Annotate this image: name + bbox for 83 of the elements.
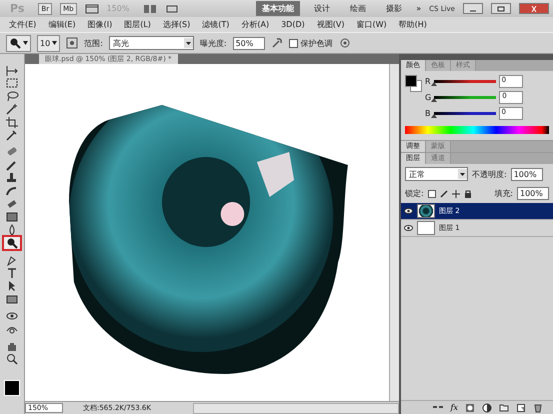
tool-preset-picker[interactable] [6,34,31,52]
lock-label: 锁定: [405,188,424,199]
workspace-button[interactable]: 绘画 [344,1,372,16]
color-swatches[interactable] [405,75,421,91]
menu-item[interactable]: 图层(L) [118,19,157,30]
layer-style-button[interactable]: fx [450,403,458,412]
brush-panel-icon[interactable] [66,37,78,49]
caret-icon [184,38,193,48]
airbrush-icon[interactable] [270,37,283,49]
folder-icon[interactable] [499,402,509,412]
exposure-label: 曝光度: [200,38,227,48]
move-tool-icon[interactable] [4,64,20,76]
brush-picker[interactable]: 10 [37,34,60,52]
color-spectrum[interactable] [405,126,549,134]
more-workspaces[interactable]: » [416,4,422,13]
workspace-button[interactable]: 设计 [308,1,336,16]
lock-pixels-icon[interactable] [440,190,448,198]
channel-label: R [425,77,431,86]
fill-field[interactable]: 100% [517,187,549,200]
layer-thumbnail [417,204,435,218]
adjust-icon[interactable] [482,402,492,412]
lock-all-icon[interactable] [464,190,472,198]
wand-tool-icon[interactable] [4,103,20,115]
lock-position-icon[interactable] [452,190,460,198]
foreground-color-swatch[interactable] [4,380,20,396]
layout-icon[interactable] [84,4,99,14]
screen-mode-icon[interactable] [165,4,180,14]
workspace-button[interactable]: 基本功能 [256,1,300,16]
channel-label: G [425,93,432,102]
slider-thumb[interactable] [430,114,436,118]
caret-icon [52,41,58,45]
slider-track[interactable] [434,96,496,99]
caret-icon [23,41,28,45]
menu-item[interactable]: 帮助(H) [392,19,433,30]
dodge-tool-icon [9,37,21,49]
maximize-button[interactable] [491,3,511,14]
layer-thumbnail [417,221,435,235]
menu-item[interactable]: 选择(S) [156,19,196,30]
menu-item[interactable]: 文件(E) [3,19,42,30]
close-icon [530,6,538,12]
protect-tones-checkbox[interactable] [288,38,298,48]
blend-mode-dropdown[interactable]: 正常 [405,167,468,181]
opacity-field[interactable]: 100% [510,168,543,180]
slider-track[interactable] [434,112,496,115]
menu-item[interactable]: 编辑(E) [42,19,82,30]
slider-thumb[interactable] [431,98,438,102]
opacity-label: 不透明度: [472,168,507,180]
menu-item[interactable]: 分析(A) [235,19,276,30]
trash-icon[interactable] [533,402,543,412]
lock-transparent-icon[interactable] [428,190,436,198]
workspace-button[interactable]: 摄影 [380,1,408,16]
mask-icon[interactable] [465,402,475,412]
range-label: 范围: [84,38,103,48]
menu-item[interactable]: 滤镜(T) [196,19,236,30]
crop-tool-icon[interactable] [4,116,20,128]
dodge-tool-icon[interactable] [4,237,20,249]
minimize-button[interactable] [463,3,483,14]
menu-item[interactable]: 图像(I) [82,19,118,30]
horizontal-scrollbar[interactable] [193,402,399,414]
vertical-scrollbar[interactable] [389,64,399,401]
slider-thumb[interactable] [430,82,437,86]
shape-tool-icon[interactable] [4,293,20,305]
exposure-field[interactable]: 50% [232,36,265,50]
menu-item[interactable]: 视图(V) [310,19,350,30]
menu-item[interactable]: 3D(D) [275,20,311,29]
visibility-eye-icon[interactable] [404,225,413,231]
protect-tones-label: 保护色调 [300,38,333,48]
tablet-pressure-icon[interactable] [338,37,351,49]
channel-label: B [425,109,430,118]
app-logo: Ps [9,2,26,15]
zoom-tool-icon[interactable] [4,353,20,365]
maximize-icon [497,6,505,12]
gradient-tool-icon[interactable] [4,211,20,223]
range-dropdown[interactable]: 高光 [108,36,194,50]
visibility-eye-icon[interactable] [404,208,413,214]
menu-item[interactable]: 窗口(W) [350,19,393,30]
slider-track[interactable] [434,80,496,83]
fill-label: 填充: [494,188,513,199]
caret-icon [458,169,467,179]
marquee-tool-icon[interactable] [4,77,20,89]
new-icon[interactable] [516,402,526,412]
close-button[interactable] [519,3,549,14]
arrange-icon[interactable] [143,4,158,14]
